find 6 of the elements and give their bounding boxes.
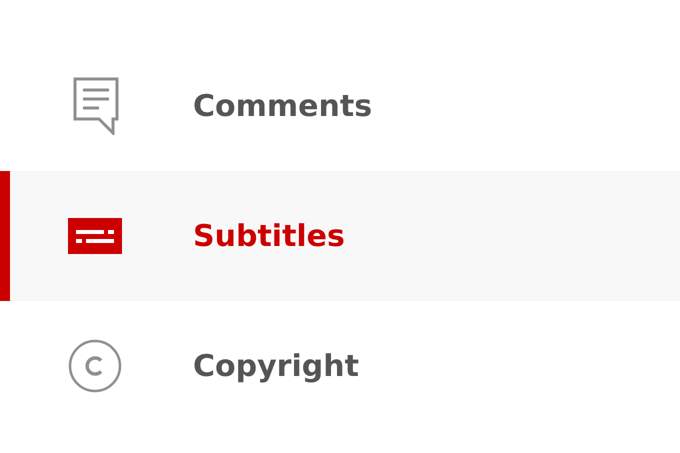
- menu-item[interactable]: Subtitles: [0, 171, 680, 301]
- comment-icon: [73, 77, 119, 135]
- subtitles-icon: [68, 218, 122, 254]
- copyright-icon: [68, 339, 122, 393]
- menu-item[interactable]: Comments: [0, 41, 680, 171]
- menu-item[interactable]: Copyright: [0, 301, 680, 431]
